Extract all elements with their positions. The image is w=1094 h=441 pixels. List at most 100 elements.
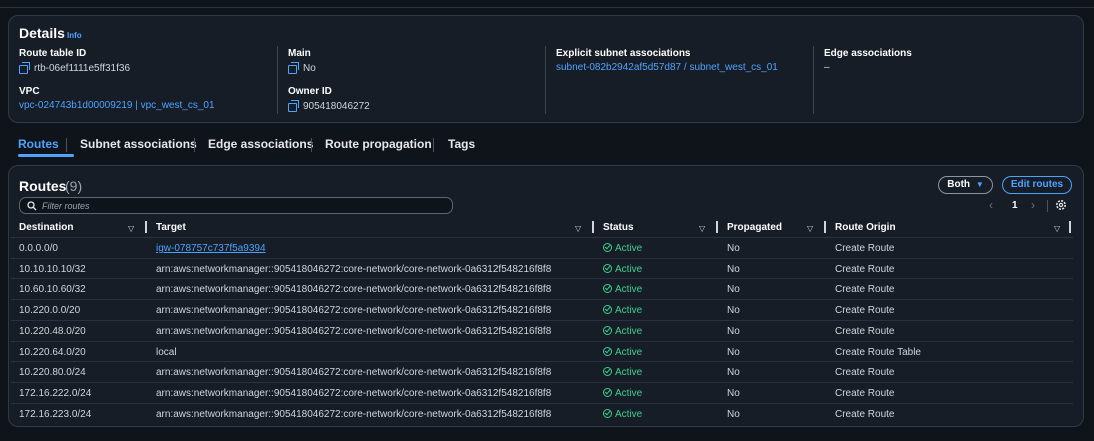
- route-origin-cell: Create Route: [835, 387, 895, 399]
- route-origin-cell: Create Route: [835, 284, 895, 296]
- sort-icon[interactable]: ▽: [128, 224, 134, 233]
- column-header-destination[interactable]: Destination: [19, 222, 73, 233]
- target-cell[interactable]: igw-078757c737f5a9394: [156, 243, 266, 254]
- edge-associations-value: –: [824, 62, 830, 73]
- status-text: Active: [615, 387, 643, 399]
- destination-cell: 0.0.0.0/0: [19, 243, 58, 254]
- column-resizer[interactable]: [716, 221, 718, 233]
- table-row: 172.16.223.0/24 arn:aws:networkmanager::9…: [11, 402, 1073, 423]
- prev-page-icon[interactable]: ‹: [989, 198, 993, 212]
- vpc-link[interactable]: vpc-024743b1d00009219 | vpc_west_cs_01: [19, 100, 215, 111]
- tab-edge-associations[interactable]: Edge associations: [208, 137, 313, 151]
- route-origin-cell: Create Route: [835, 367, 895, 379]
- gear-icon[interactable]: [1055, 199, 1067, 211]
- routes-count: (9): [65, 178, 83, 194]
- column-resizer[interactable]: [824, 221, 826, 233]
- destination-cell: 10.220.64.0/20: [19, 346, 86, 358]
- owner-id-value: 905418046272: [288, 100, 370, 112]
- filter-routes-search[interactable]: [19, 197, 453, 214]
- both-label: Both: [947, 179, 971, 190]
- owner-id-label: Owner ID: [288, 86, 332, 97]
- tab-separator: [66, 138, 67, 152]
- status-text: Active: [615, 325, 643, 337]
- status-cell: Active: [603, 387, 643, 399]
- both-dropdown-button[interactable]: Both ▼: [938, 176, 993, 194]
- route-table-id-label: Route table ID: [19, 48, 87, 59]
- tab-route-propagation[interactable]: Route propagation: [325, 137, 432, 151]
- column-resizer[interactable]: [592, 221, 594, 233]
- route-origin-cell: Create Route: [835, 243, 895, 254]
- target-cell: arn:aws:networkmanager::905418046272:cor…: [156, 367, 552, 379]
- column-header-status[interactable]: Status: [603, 222, 634, 233]
- propagated-cell: No: [727, 367, 740, 379]
- check-circle-icon: [603, 284, 612, 294]
- tab-separator: [194, 138, 195, 152]
- tab-bar: Routes Subnet associations Edge associat…: [8, 134, 1084, 158]
- tab-subnet-associations[interactable]: Subnet associations: [80, 137, 197, 151]
- info-link[interactable]: Info: [67, 31, 82, 40]
- column-resizer[interactable]: [1069, 221, 1071, 233]
- status-cell: Active: [603, 367, 642, 378]
- column-header-route-origin[interactable]: Route Origin: [835, 222, 896, 233]
- target-cell: arn:aws:networkmanager::905418046272:cor…: [156, 325, 552, 337]
- propagated-cell: No: [727, 325, 740, 337]
- check-circle-icon: [603, 263, 612, 273]
- status-text: Active: [615, 284, 643, 296]
- target-cell: arn:aws:networkmanager::905418046272:cor…: [156, 284, 552, 296]
- destination-cell: 172.16.222.0/24: [19, 387, 92, 399]
- explicit-subnet-label: Explicit subnet associations: [556, 48, 691, 59]
- table-row: 172.16.222.0/24 arn:aws:networkmanager::9…: [11, 381, 1073, 402]
- propagated-cell: No: [727, 263, 740, 275]
- route-table-id-text: rtb-06ef1111e5ff31f36: [34, 63, 131, 74]
- sort-icon[interactable]: ▽: [575, 224, 581, 233]
- copy-icon[interactable]: [288, 62, 299, 74]
- tab-routes[interactable]: Routes: [18, 137, 59, 151]
- status-cell: Active: [603, 325, 643, 337]
- divider: [277, 46, 278, 114]
- divider: [545, 46, 546, 114]
- main-value: No: [288, 62, 316, 74]
- propagated-cell: No: [727, 387, 740, 399]
- propagated-cell: No: [727, 305, 740, 317]
- owner-id-text: 905418046272: [303, 101, 370, 112]
- table-row: 10.220.0.0/20 arn:aws:networkmanager::905…: [11, 299, 1073, 319]
- sort-icon[interactable]: ▽: [1054, 224, 1060, 233]
- routes-panel: Routes (9) Both ▼ Edit routes ‹ 1 › Dest…: [8, 165, 1084, 427]
- column-resizer[interactable]: [145, 221, 147, 233]
- destination-cell: 172.16.223.0/24: [19, 408, 92, 420]
- destination-cell: 10.220.0.0/20: [19, 305, 81, 317]
- status-text: Active: [615, 263, 643, 275]
- sort-icon[interactable]: ▽: [699, 224, 705, 233]
- divider: [1047, 200, 1048, 212]
- caret-down-icon: ▼: [975, 180, 984, 189]
- vpc-label: VPC: [19, 86, 40, 97]
- page-number[interactable]: 1: [1012, 200, 1018, 211]
- check-circle-icon: [603, 243, 612, 252]
- copy-icon[interactable]: [19, 62, 30, 74]
- edit-routes-button[interactable]: Edit routes: [1002, 176, 1072, 194]
- target-cell: arn:aws:networkmanager::905418046272:cor…: [156, 263, 552, 275]
- next-page-icon[interactable]: ›: [1031, 198, 1035, 212]
- explicit-subnet-link[interactable]: subnet-082b2942af5d57d87 / subnet_west_c…: [556, 62, 778, 73]
- routes-title: Routes: [19, 178, 67, 194]
- status-text: Active: [615, 243, 643, 254]
- check-circle-icon: [603, 367, 612, 377]
- route-table-id-value: rtb-06ef1111e5ff31f36: [19, 62, 130, 74]
- status-cell: Active: [603, 243, 642, 254]
- sort-icon[interactable]: ▽: [807, 224, 813, 233]
- status-text: Active: [615, 346, 643, 358]
- filter-routes-input[interactable]: [42, 199, 442, 213]
- active-tab-indicator: [18, 154, 74, 157]
- table-row: 10.220.80.0/24 arn:aws:networkmanager::90…: [11, 361, 1073, 381]
- route-origin-cell: Create Route Table: [835, 346, 921, 358]
- tab-tags[interactable]: Tags: [448, 137, 475, 151]
- destination-cell: 10.60.10.60/32: [19, 284, 86, 296]
- check-circle-icon: [603, 346, 612, 356]
- copy-icon[interactable]: [288, 100, 299, 112]
- divider: [813, 46, 814, 114]
- column-header-propagated[interactable]: Propagated: [727, 222, 782, 233]
- destination-cell: 10.10.10.10/32: [19, 263, 86, 275]
- route-origin-cell: Create Route: [835, 408, 895, 420]
- status-text: Active: [615, 408, 643, 420]
- column-header-target[interactable]: Target: [156, 222, 186, 233]
